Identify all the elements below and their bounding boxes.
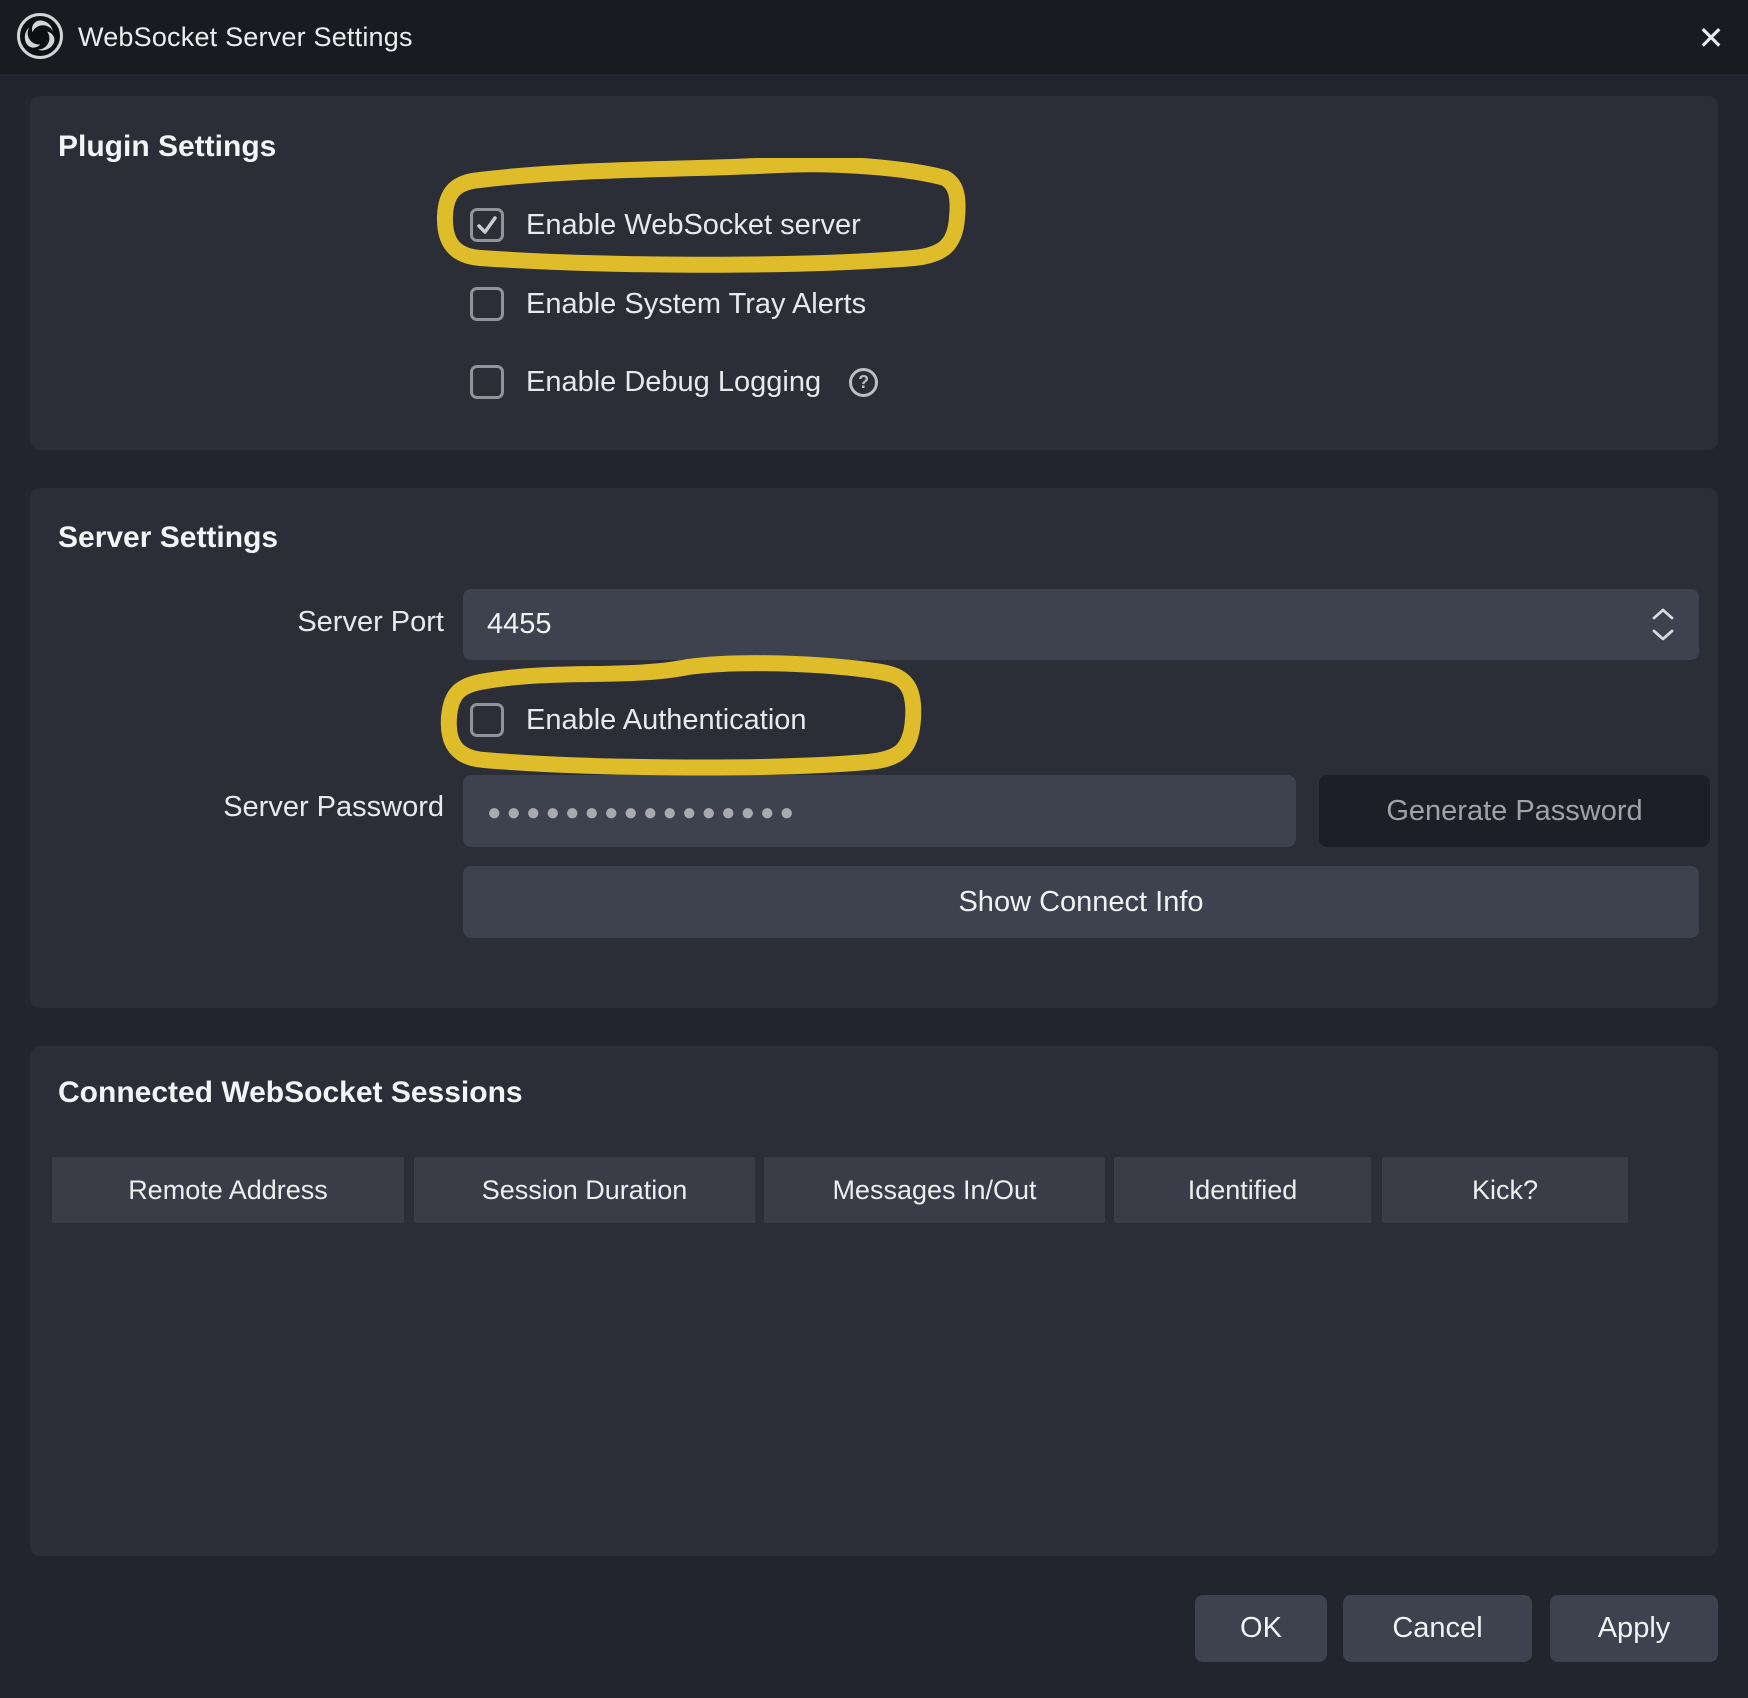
window-title: WebSocket Server Settings — [78, 0, 413, 74]
checkbox-label: Enable WebSocket server — [526, 209, 861, 242]
checkbox-unchecked[interactable] — [470, 703, 504, 737]
checkbox-unchecked[interactable] — [470, 365, 504, 399]
spin-up-button[interactable] — [1650, 607, 1676, 621]
plugin-settings-heading: Plugin Settings — [58, 130, 276, 164]
checkbox-unchecked[interactable] — [470, 287, 504, 321]
checkbox-label: Enable System Tray Alerts — [526, 288, 866, 321]
server-port-input[interactable]: 4455 — [463, 589, 1699, 660]
sessions-table-empty-area — [52, 1236, 1628, 1526]
cancel-button[interactable]: Cancel — [1343, 1595, 1532, 1662]
spin-down-button[interactable] — [1650, 629, 1676, 643]
column-header-session-duration[interactable]: Session Duration — [414, 1157, 755, 1223]
enable-authentication-checkbox[interactable]: Enable Authentication — [470, 703, 807, 737]
server-settings-group: Server Settings Server Port 4455 Enable … — [30, 488, 1718, 1008]
checkmark-icon — [475, 213, 499, 237]
server-password-label: Server Password — [30, 791, 444, 824]
chevron-up-icon — [1651, 607, 1675, 620]
apply-button[interactable]: Apply — [1550, 1595, 1718, 1662]
server-port-value: 4455 — [487, 608, 552, 641]
connected-sessions-group: Connected WebSocket Sessions Remote Addr… — [30, 1046, 1718, 1556]
enable-system-tray-alerts-checkbox[interactable]: Enable System Tray Alerts — [470, 287, 866, 321]
column-header-identified[interactable]: Identified — [1114, 1157, 1371, 1223]
help-icon: ? — [849, 368, 878, 397]
server-password-input[interactable]: ●●●●●●●●●●●●●●●● — [463, 775, 1296, 847]
generate-password-button[interactable]: Generate Password — [1319, 775, 1710, 847]
column-header-remote-address[interactable]: Remote Address — [52, 1157, 404, 1223]
server-settings-heading: Server Settings — [58, 521, 278, 555]
checkbox-label: Enable Debug Logging — [526, 366, 821, 399]
checkbox-checked[interactable] — [470, 208, 504, 242]
show-connect-info-button[interactable]: Show Connect Info — [463, 866, 1699, 938]
plugin-settings-group: Plugin Settings Enable WebSocket server … — [30, 96, 1718, 450]
enable-debug-logging-checkbox[interactable]: Enable Debug Logging ? — [470, 365, 878, 399]
password-masked-value: ●●●●●●●●●●●●●●●● — [487, 797, 799, 825]
connected-sessions-heading: Connected WebSocket Sessions — [58, 1076, 523, 1110]
server-port-label: Server Port — [30, 606, 444, 639]
title-bar[interactable]: WebSocket Server Settings ✕ — [0, 0, 1748, 74]
enable-websocket-server-checkbox[interactable]: Enable WebSocket server — [470, 208, 861, 242]
chevron-down-icon — [1651, 629, 1675, 642]
ok-button[interactable]: OK — [1195, 1595, 1327, 1662]
obs-logo-icon — [16, 12, 64, 60]
column-header-kick[interactable]: Kick? — [1382, 1157, 1628, 1223]
close-icon[interactable]: ✕ — [1688, 15, 1734, 61]
server-port-spinner — [1643, 589, 1683, 660]
checkbox-label: Enable Authentication — [526, 704, 807, 737]
column-header-messages-in-out[interactable]: Messages In/Out — [764, 1157, 1105, 1223]
